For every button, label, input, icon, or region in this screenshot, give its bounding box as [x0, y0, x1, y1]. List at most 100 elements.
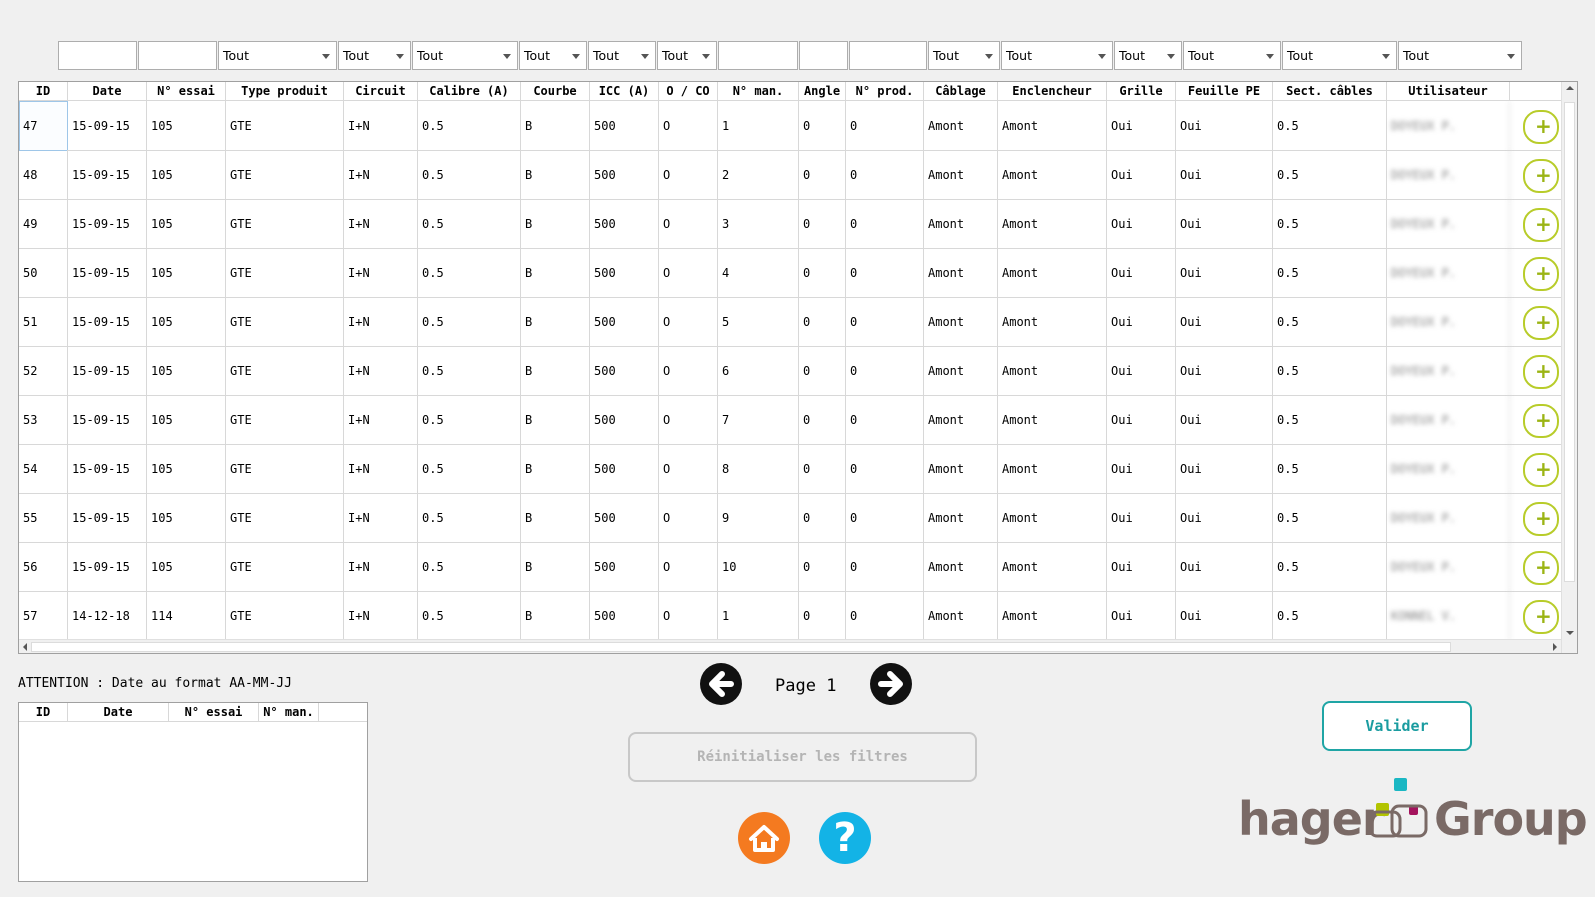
cell-cablage[interactable]: Amont: [924, 248, 998, 298]
scroll-left-icon[interactable]: [23, 643, 27, 651]
cell-icc[interactable]: 500: [590, 101, 659, 151]
cell-id[interactable]: 56: [19, 542, 68, 592]
cell-icc[interactable]: 500: [590, 150, 659, 200]
scroll-right-icon[interactable]: [1553, 643, 1557, 651]
cell-type-produit[interactable]: GTE: [226, 101, 344, 151]
cell-essai[interactable]: 105: [147, 493, 226, 543]
column-header-feuille-pe[interactable]: Feuille PE: [1176, 82, 1273, 101]
cell-circuit[interactable]: I+N: [344, 542, 418, 592]
cell-type-produit[interactable]: GTE: [226, 493, 344, 543]
cell-feuille-pe[interactable]: Oui: [1176, 297, 1273, 347]
table-row[interactable]: 55 15-09-15 105 GTE I+N 0.5 B 500 O 9 0 0 Amont Amont…: [19, 493, 1577, 543]
cell-grille[interactable]: Oui: [1107, 101, 1176, 151]
cell-calibre[interactable]: 0.5: [418, 248, 521, 298]
cell-icc[interactable]: 500: [590, 346, 659, 396]
filter-cablage-select[interactable]: Tout: [928, 41, 1000, 70]
add-row-button[interactable]: +: [1523, 208, 1559, 242]
cell-utilisateur[interactable]: DOYEUX P.: [1387, 346, 1510, 396]
add-row-button[interactable]: +: [1523, 502, 1559, 536]
cell-essai[interactable]: 105: [147, 248, 226, 298]
cell-calibre[interactable]: 0.5: [418, 542, 521, 592]
cell-icc[interactable]: 500: [590, 444, 659, 494]
cell-cablage[interactable]: Amont: [924, 297, 998, 347]
filter-feuille-select[interactable]: Tout: [1183, 41, 1281, 70]
cell-sect-cables[interactable]: 0.5: [1273, 542, 1387, 592]
cell-grille[interactable]: Oui: [1107, 248, 1176, 298]
cell-courbe[interactable]: B: [521, 542, 590, 592]
cell-angle[interactable]: 0: [799, 591, 846, 641]
table-row[interactable]: 57 14-12-18 114 GTE I+N 0.5 B 500 O 1 0 0 Amont Amont…: [19, 591, 1577, 641]
add-row-button[interactable]: +: [1523, 453, 1559, 487]
cell-feuille-pe[interactable]: Oui: [1176, 591, 1273, 641]
cell-circuit[interactable]: I+N: [344, 150, 418, 200]
filter-user-select[interactable]: Tout: [1398, 41, 1522, 70]
cell-grille[interactable]: Oui: [1107, 297, 1176, 347]
filter-id-input[interactable]: [58, 41, 137, 70]
filter-enclencheur-select[interactable]: Tout: [1001, 41, 1113, 70]
cell-angle[interactable]: 0: [799, 395, 846, 445]
table-row[interactable]: 53 15-09-15 105 GTE I+N 0.5 B 500 O 7 0 0 Amont Amont…: [19, 395, 1577, 445]
cell-grille[interactable]: Oui: [1107, 346, 1176, 396]
cell-circuit[interactable]: I+N: [344, 395, 418, 445]
column-header-essai[interactable]: N° essai: [147, 82, 226, 101]
cell-courbe[interactable]: B: [521, 493, 590, 543]
cell-courbe[interactable]: B: [521, 395, 590, 445]
scroll-down-icon[interactable]: [1566, 631, 1574, 635]
cell-prod[interactable]: 0: [846, 248, 924, 298]
cell-id[interactable]: 48: [19, 150, 68, 200]
cell-angle[interactable]: 0: [799, 346, 846, 396]
cell-calibre[interactable]: 0.5: [418, 150, 521, 200]
cell-grille[interactable]: Oui: [1107, 150, 1176, 200]
cell-sect-cables[interactable]: 0.5: [1273, 346, 1387, 396]
add-row-button[interactable]: +: [1523, 551, 1559, 585]
cell-grille[interactable]: Oui: [1107, 199, 1176, 249]
cell-man[interactable]: 1: [718, 101, 799, 151]
cell-sect-cables[interactable]: 0.5: [1273, 395, 1387, 445]
cell-utilisateur[interactable]: DOYEUX P.: [1387, 199, 1510, 249]
cell-prod[interactable]: 0: [846, 101, 924, 151]
cell-id[interactable]: 47: [19, 101, 68, 151]
column-header-utilisateur[interactable]: Utilisateur: [1387, 82, 1510, 101]
cell-courbe[interactable]: B: [521, 150, 590, 200]
prev-page-button[interactable]: [700, 663, 742, 705]
cell-feuille-pe[interactable]: Oui: [1176, 395, 1273, 445]
validate-button[interactable]: Valider: [1322, 701, 1472, 751]
cell-id[interactable]: 49: [19, 199, 68, 249]
scroll-up-icon[interactable]: [1566, 86, 1574, 90]
cell-man[interactable]: 3: [718, 199, 799, 249]
cell-o-co[interactable]: O: [659, 297, 718, 347]
cell-utilisateur[interactable]: DOYEUX P.: [1387, 542, 1510, 592]
cell-man[interactable]: 5: [718, 297, 799, 347]
cell-sect-cables[interactable]: 0.5: [1273, 150, 1387, 200]
selection-column-id[interactable]: ID: [19, 703, 68, 722]
cell-grille[interactable]: Oui: [1107, 493, 1176, 543]
cell-id[interactable]: 51: [19, 297, 68, 347]
cell-date[interactable]: 15-09-15: [68, 297, 147, 347]
cell-date[interactable]: 15-09-15: [68, 150, 147, 200]
scroll-thumb[interactable]: [1564, 102, 1575, 582]
cell-type-produit[interactable]: GTE: [226, 199, 344, 249]
cell-feuille-pe[interactable]: Oui: [1176, 444, 1273, 494]
cell-icc[interactable]: 500: [590, 199, 659, 249]
cell-type-produit[interactable]: GTE: [226, 395, 344, 445]
filter-sect-select[interactable]: Tout: [1282, 41, 1397, 70]
cell-sect-cables[interactable]: 0.5: [1273, 591, 1387, 641]
cell-utilisateur[interactable]: DOYEUX P.: [1387, 395, 1510, 445]
cell-sect-cables[interactable]: 0.5: [1273, 493, 1387, 543]
column-header-prod[interactable]: N° prod.: [846, 82, 924, 101]
cell-o-co[interactable]: O: [659, 101, 718, 151]
vertical-scrollbar[interactable]: [1561, 82, 1577, 653]
cell-essai[interactable]: 105: [147, 542, 226, 592]
cell-utilisateur[interactable]: DOYEUX P.: [1387, 444, 1510, 494]
cell-circuit[interactable]: I+N: [344, 346, 418, 396]
table-row[interactable]: 51 15-09-15 105 GTE I+N 0.5 B 500 O 5 0 0 Amont Amont…: [19, 297, 1577, 347]
cell-angle[interactable]: 0: [799, 248, 846, 298]
filter-icc-select[interactable]: Tout: [657, 41, 717, 70]
cell-angle[interactable]: 0: [799, 297, 846, 347]
cell-feuille-pe[interactable]: Oui: [1176, 493, 1273, 543]
cell-angle[interactable]: 0: [799, 444, 846, 494]
cell-icc[interactable]: 500: [590, 542, 659, 592]
scroll-thumb[interactable]: [31, 642, 1451, 652]
cell-calibre[interactable]: 0.5: [418, 101, 521, 151]
column-header-circuit[interactable]: Circuit: [344, 82, 418, 101]
